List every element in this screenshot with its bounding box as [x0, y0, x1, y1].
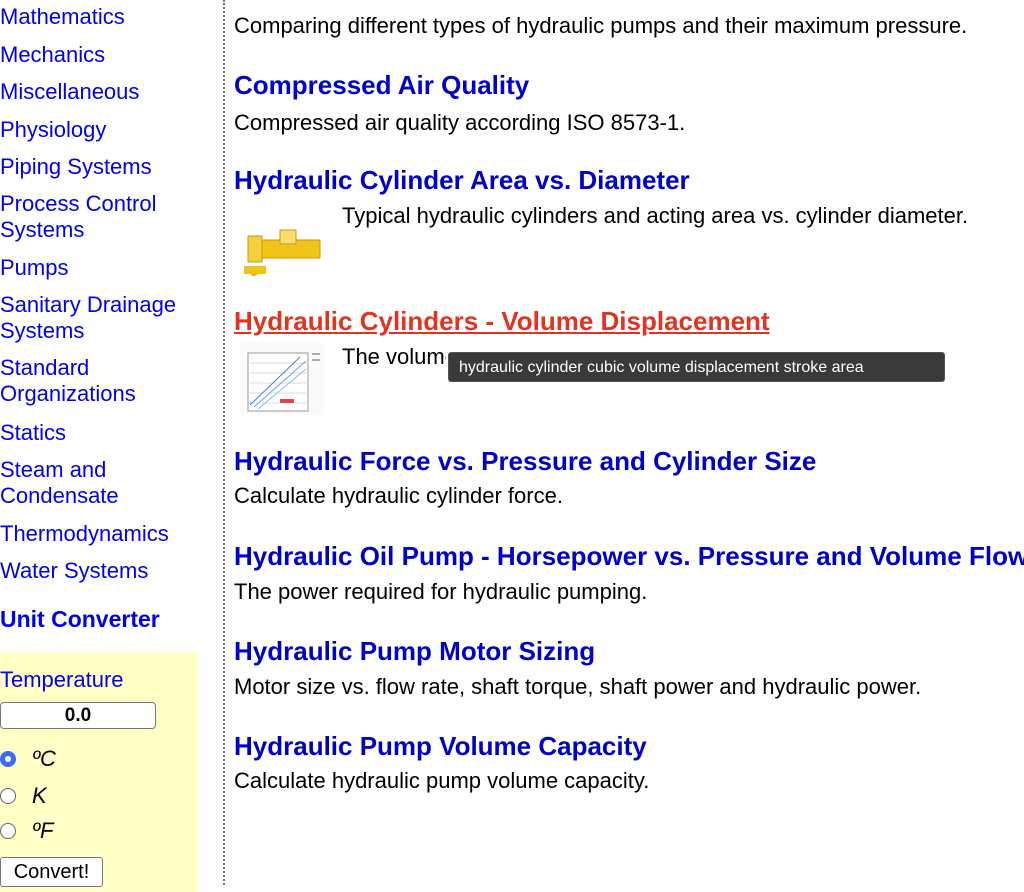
link-tooltip: hydraulic cylinder cubic volume displace…	[448, 352, 945, 382]
entry-description: Calculate hydraulic cylinder force.	[234, 483, 563, 508]
entry-description: Typical hydraulic cylinders and acting a…	[342, 203, 969, 228]
sidebar-item-label: Sanitary Drainage Systems	[0, 292, 177, 343]
unit-option-kelvin[interactable]: K	[0, 781, 47, 811]
sidebar-item-label: Pumps	[0, 255, 69, 280]
temperature-input[interactable]	[0, 702, 156, 729]
sidebar-item-label: Process Control Systems	[0, 191, 157, 242]
entry-description: The power required for hydraulic pumping…	[234, 579, 648, 604]
sidebar-item-miscellaneous[interactable]: Miscellaneous	[0, 79, 205, 105]
unit-option-fahrenheit[interactable]: ºF	[0, 816, 53, 846]
sidebar-item-standard-organizations[interactable]: Standard Organizations	[0, 355, 205, 407]
entry-description: Compressed air quality according ISO 857…	[234, 110, 686, 135]
sidebar-item-process-control-systems[interactable]: Process Control Systems	[0, 191, 205, 243]
celsius-radio[interactable]	[0, 751, 16, 767]
entry-description: The volumetric displacement of hydraulic…	[342, 344, 446, 369]
main-content: Comparing different types of hydraulic p…	[234, 0, 1024, 885]
sidebar-item-physiology[interactable]: Physiology	[0, 117, 205, 143]
sidebar-item-sanitary-drainage-systems[interactable]: Sanitary Drainage Systems	[0, 292, 205, 344]
sidebar-item-water-systems[interactable]: Water Systems	[0, 558, 205, 584]
sidebar-item-label: Piping Systems	[0, 154, 152, 179]
sidebar-item-label: Mechanics	[0, 42, 106, 67]
entry-link-cylinder-area[interactable]: Hydraulic Cylinder Area vs. Diameter	[234, 165, 690, 196]
entry-link-compressed-air-quality[interactable]: Compressed Air Quality	[234, 70, 529, 101]
sidebar-item-label: Physiology	[0, 117, 107, 142]
entry-description: Calculate hydraulic pump volume capacity…	[234, 768, 650, 793]
entry-link-cylinders-volume-displacement[interactable]: Hydraulic Cylinders - Volume Displacemen…	[234, 306, 770, 337]
sidebar-item-label: Steam and Condensate	[0, 457, 119, 508]
sidebar-item-mathematics[interactable]: Mathematics	[0, 4, 205, 30]
entry-description: Motor size vs. flow rate, shaft torque, …	[234, 674, 922, 699]
column-divider	[223, 0, 225, 885]
temperature-label[interactable]: Temperature	[0, 667, 124, 693]
sidebar-item-piping-systems[interactable]: Piping Systems	[0, 154, 205, 180]
unit-converter-title[interactable]: Unit Converter	[0, 606, 160, 633]
entry-link-pump-motor-sizing[interactable]: Hydraulic Pump Motor Sizing	[234, 636, 595, 667]
kelvin-radio[interactable]	[0, 788, 16, 804]
entry-description: Comparing different types of hydraulic p…	[234, 13, 968, 38]
sidebar-item-mechanics[interactable]: Mechanics	[0, 42, 205, 68]
sidebar-item-label: Standard Organizations	[0, 355, 136, 406]
sidebar-item-label: Miscellaneous	[0, 79, 140, 104]
sidebar: Mathematics Mechanics Miscellaneous Phys…	[0, 0, 212, 892]
unit-option-celsius[interactable]: ºC	[0, 744, 56, 774]
fahrenheit-label: ºF	[32, 818, 54, 843]
sidebar-item-steam-and-condensate[interactable]: Steam and Condensate	[0, 457, 160, 509]
sidebar-item-label: Water Systems	[0, 558, 149, 583]
sidebar-item-statics[interactable]: Statics	[0, 420, 205, 446]
sidebar-item-pumps[interactable]: Pumps	[0, 255, 205, 281]
entry-link-hydraulic-force[interactable]: Hydraulic Force vs. Pressure and Cylinde…	[234, 446, 816, 477]
sidebar-item-thermodynamics[interactable]: Thermodynamics	[0, 521, 205, 547]
sidebar-item-label: Mathematics	[0, 4, 125, 29]
kelvin-label: K	[32, 783, 47, 808]
sidebar-item-label: Statics	[0, 420, 67, 445]
fahrenheit-radio[interactable]	[0, 823, 16, 839]
entry-link-oil-pump-horsepower[interactable]: Hydraulic Oil Pump - Horsepower vs. Pres…	[234, 541, 1024, 572]
convert-button[interactable]: Convert!	[0, 857, 103, 887]
sidebar-item-label: Thermodynamics	[0, 521, 169, 546]
displacement-chart-thumbnail[interactable]	[240, 343, 324, 415]
cylinder-thumbnail[interactable]	[240, 226, 324, 278]
entry-link-pump-volume-capacity[interactable]: Hydraulic Pump Volume Capacity	[234, 731, 647, 762]
celsius-label: ºC	[32, 746, 56, 771]
